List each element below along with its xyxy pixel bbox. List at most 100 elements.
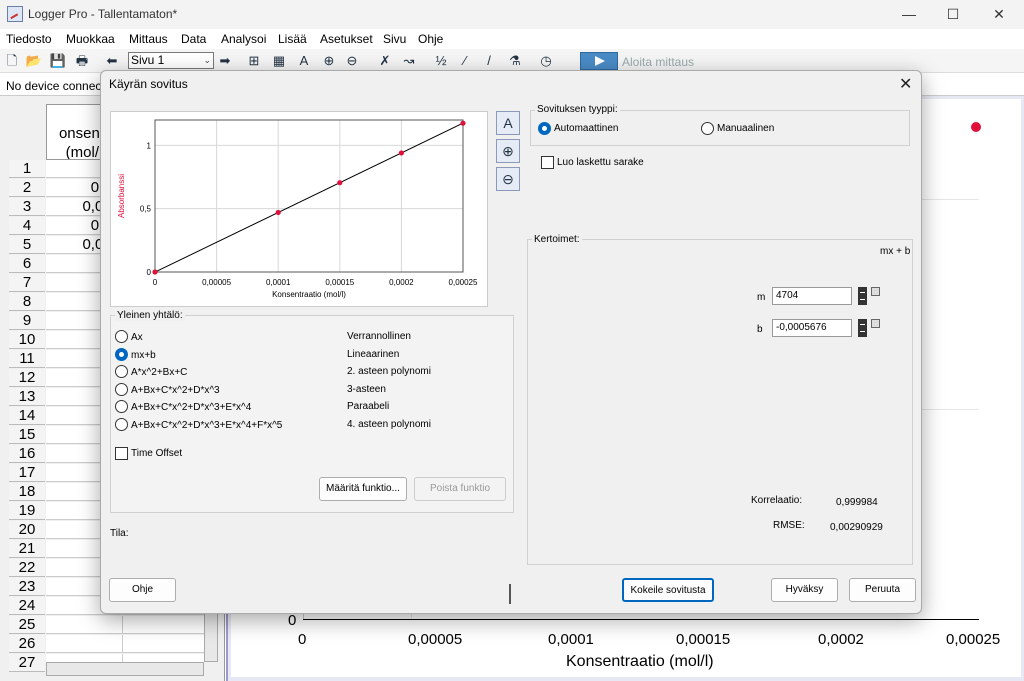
print-icon[interactable]: 🖶: [73, 52, 91, 70]
equation-formula[interactable]: A+Bx+C*x^2+D*x^3+E*x^4: [131, 402, 251, 413]
b-value-field[interactable]: -0,0005676: [772, 319, 852, 337]
define-function-button[interactable]: Määritä funktio...: [319, 477, 407, 501]
start-collection-button[interactable]: [580, 52, 618, 70]
table-row-number[interactable]: 5: [9, 236, 45, 254]
table-row-number[interactable]: 8: [9, 293, 45, 311]
table-cell[interactable]: [46, 616, 122, 634]
table-row-number[interactable]: 21: [9, 540, 45, 558]
table-row-number[interactable]: 25: [9, 616, 45, 634]
curve-fit-icon[interactable]: ⚗: [506, 52, 524, 70]
table-row-number[interactable]: 14: [9, 407, 45, 425]
statistics-icon[interactable]: ⁄: [456, 52, 474, 70]
table-row-number[interactable]: 27: [9, 654, 45, 672]
examine-icon[interactable]: ✗: [376, 52, 394, 70]
equation-name[interactable]: Verrannollinen: [347, 331, 411, 342]
autoscale-icon[interactable]: A: [496, 111, 520, 135]
table-cell[interactable]: [46, 635, 122, 653]
tangent-icon[interactable]: ↝: [400, 52, 418, 70]
time-offset-checkbox[interactable]: [115, 447, 128, 460]
table-row-number[interactable]: 1: [9, 160, 45, 178]
table-row-number[interactable]: 7: [9, 274, 45, 292]
equation-formula[interactable]: A+Bx+C*x^2+D*x^3: [131, 385, 220, 396]
linear-fit-icon[interactable]: /: [480, 52, 498, 70]
table-row-number[interactable]: 20: [9, 521, 45, 539]
m-spinner[interactable]: [858, 287, 867, 305]
equation-formula[interactable]: Ax: [131, 332, 143, 343]
help-button[interactable]: Ohje: [109, 578, 176, 602]
table-row-number[interactable]: 17: [9, 464, 45, 482]
integral-icon[interactable]: ½: [432, 52, 450, 70]
minimize-button[interactable]: —: [894, 4, 924, 24]
table-row-number[interactable]: 9: [9, 312, 45, 330]
table-row-number[interactable]: 16: [9, 445, 45, 463]
table-cell[interactable]: [122, 616, 204, 634]
table-cell[interactable]: [122, 635, 204, 653]
table-row-number[interactable]: 4: [9, 217, 45, 235]
table-row-number[interactable]: 24: [9, 597, 45, 615]
back-arrow-icon[interactable]: ⬅: [103, 52, 121, 70]
equation-list-scrollbar[interactable]: [509, 584, 511, 604]
equation-radio[interactable]: [115, 347, 128, 361]
table-icon[interactable]: ⊞: [245, 52, 263, 70]
menu-mittaus[interactable]: Mittaus: [129, 32, 168, 46]
equation-name[interactable]: 4. asteen polynomi: [347, 419, 431, 430]
equation-name[interactable]: Lineaarinen: [347, 349, 399, 360]
equation-formula[interactable]: A+Bx+C*x^2+D*x^3+E*x^4+F*x^5: [131, 420, 282, 431]
menu-data[interactable]: Data: [181, 32, 206, 46]
fit-auto-radio[interactable]: [538, 122, 551, 135]
new-file-icon[interactable]: 🗋: [3, 52, 21, 70]
table-row-number[interactable]: 10: [9, 331, 45, 349]
m-value-field[interactable]: 4704: [772, 287, 852, 305]
close-icon[interactable]: ✕: [899, 74, 912, 94]
calculator-icon[interactable]: ▦: [270, 52, 288, 70]
table-row-number[interactable]: 6: [9, 255, 45, 273]
fit-manual-radio[interactable]: [701, 122, 714, 135]
equation-radio[interactable]: [115, 417, 128, 431]
forward-arrow-icon[interactable]: ➡: [216, 52, 234, 70]
delete-function-button[interactable]: Poista funktio: [414, 477, 506, 501]
menu-muokkaa[interactable]: Muokkaa: [66, 32, 115, 46]
close-window-button[interactable]: ✕: [984, 4, 1014, 24]
page-select[interactable]: Sivu 1 ⌄: [128, 52, 214, 69]
zoom-in-icon[interactable]: ⊕: [496, 139, 520, 163]
menu-asetukset[interactable]: Asetukset: [320, 32, 373, 46]
open-file-icon[interactable]: 📂: [25, 52, 43, 70]
equation-radio[interactable]: [115, 382, 128, 396]
menu-sivu[interactable]: Sivu: [383, 32, 406, 46]
menu-analysoi[interactable]: Analysoi: [221, 32, 266, 46]
table-row-number[interactable]: 18: [9, 483, 45, 501]
table-row-number[interactable]: 12: [9, 369, 45, 387]
m-lock-icon[interactable]: [871, 287, 880, 296]
equation-radio[interactable]: [115, 400, 128, 413]
table-row-number[interactable]: 2: [9, 179, 45, 197]
table-row-number[interactable]: 23: [9, 578, 45, 596]
equation-formula[interactable]: A*x^2+Bx+C: [131, 367, 187, 378]
timer-icon[interactable]: ◷: [537, 52, 555, 70]
table-row-number[interactable]: 15: [9, 426, 45, 444]
equation-name[interactable]: Paraabeli: [347, 401, 389, 412]
b-spinner[interactable]: [858, 319, 867, 337]
menu-tiedosto[interactable]: Tiedosto: [6, 32, 52, 46]
equation-radio[interactable]: [115, 330, 128, 343]
table-row-number[interactable]: 22: [9, 559, 45, 577]
cancel-button[interactable]: Peruuta: [849, 578, 916, 602]
zoom-out-icon[interactable]: ⊖: [496, 167, 520, 191]
zoom-in-icon[interactable]: ⊕: [320, 52, 338, 70]
b-lock-icon[interactable]: [871, 319, 880, 328]
equation-name[interactable]: 2. asteen polynomi: [347, 366, 431, 377]
table-row-number[interactable]: 19: [9, 502, 45, 520]
table-row-number[interactable]: 11: [9, 350, 45, 368]
equation-formula[interactable]: mx+b: [131, 350, 156, 361]
equation-radio[interactable]: [115, 365, 128, 378]
menu-lisaa[interactable]: Lisää: [278, 32, 307, 46]
save-icon[interactable]: 💾: [49, 52, 67, 70]
table-row-number[interactable]: 26: [9, 635, 45, 653]
accept-button[interactable]: Hyväksy: [771, 578, 838, 602]
autoscale-icon[interactable]: A: [295, 52, 313, 70]
calc-column-checkbox[interactable]: [541, 156, 554, 169]
equation-name[interactable]: 3-asteen: [347, 384, 386, 395]
table-row-number[interactable]: 13: [9, 388, 45, 406]
try-fit-button[interactable]: Kokeile sovitusta: [622, 578, 714, 602]
menu-ohje[interactable]: Ohje: [418, 32, 443, 46]
table-row-number[interactable]: 3: [9, 198, 45, 216]
